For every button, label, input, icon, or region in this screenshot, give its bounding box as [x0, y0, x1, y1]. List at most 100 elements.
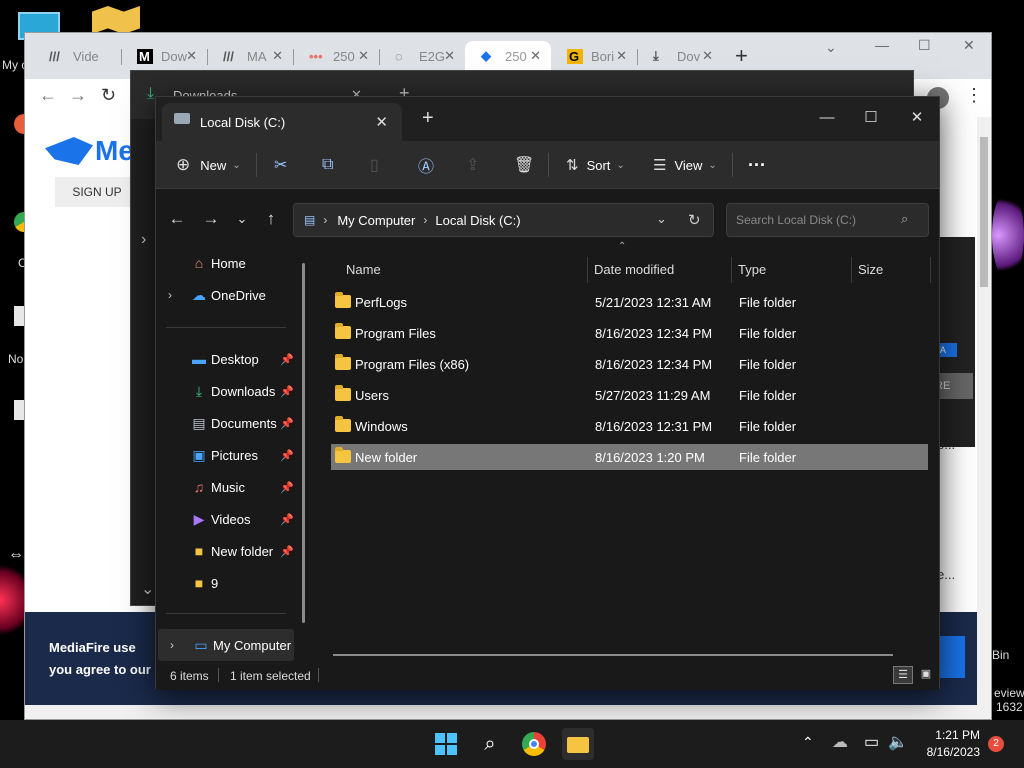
pin-icon[interactable]: 📌 — [280, 385, 294, 398]
copy-icon[interactable]: ⧉ — [322, 141, 333, 189]
column-header-type[interactable]: Type — [738, 257, 766, 283]
pin-icon[interactable]: 📌 — [280, 481, 294, 494]
rename-icon[interactable]: Ⓐ — [418, 141, 434, 189]
sidebar-item-documents[interactable]: ▤ Documents 📌 — [156, 407, 306, 439]
tab-close-icon[interactable]: ✕ — [358, 48, 369, 64]
start-windows-icon[interactable] — [430, 728, 462, 760]
maximize-button[interactable]: ☐ — [848, 103, 894, 133]
back-arrow-icon[interactable]: ← — [39, 85, 57, 106]
expand-chevron-icon[interactable]: › — [170, 638, 174, 652]
file-row[interactable]: Users 5/27/2023 11:29 AM File folder — [331, 382, 928, 409]
pin-icon[interactable]: 📌 — [280, 513, 294, 526]
column-separator[interactable] — [851, 257, 852, 283]
network-icon[interactable]: ▭ — [864, 732, 879, 752]
column-header-size[interactable]: Size — [858, 257, 883, 283]
share-icon[interactable]: ⇪ — [466, 141, 479, 189]
search-input[interactable]: Search Local Disk (C:) — [726, 203, 929, 237]
forward-arrow-icon[interactable]: → — [197, 205, 225, 233]
downloads-collapse-chevron-icon[interactable]: ⌄ — [141, 579, 154, 599]
new-button[interactable]: ⊕ New ⌄ — [176, 141, 241, 189]
sidebar-scrollbar[interactable] — [302, 263, 305, 623]
close-button[interactable]: ✕ — [963, 37, 975, 54]
clock-date[interactable]: 8/16/2023 — [920, 745, 980, 759]
sidebar-item-music[interactable]: ♫ Music 📌 — [156, 471, 306, 503]
onedrive-tray-icon[interactable]: ☁ — [832, 732, 848, 752]
sidebar-item-my-computer[interactable]: › ▭ My Computer — [158, 629, 294, 661]
sidebar-item-desktop[interactable]: ▬ Desktop 📌 — [156, 343, 306, 375]
breadcrumb-my-computer[interactable]: My Computer — [337, 213, 415, 228]
tab-close-icon[interactable]: ✕ — [444, 48, 455, 64]
expand-chevron-icon[interactable]: › — [168, 288, 172, 302]
browser-tab[interactable]: ◌ E2G ✕ — [379, 41, 465, 71]
sidebar-item-new-folder[interactable]: ■ New folder 📌 — [156, 535, 306, 567]
browser-tab[interactable]: /// MA ✕ — [207, 41, 293, 71]
show-hidden-icons-icon[interactable]: ⌃ — [802, 734, 814, 751]
browser-tab-active[interactable]: ◆ 250 ✕ — [465, 41, 551, 71]
tab-close-icon[interactable]: ✕ — [702, 48, 713, 64]
pin-icon[interactable]: 📌 — [280, 449, 294, 462]
tab-search-icon[interactable]: ⌄ — [825, 39, 837, 56]
file-row-selected[interactable]: New folder 8/16/2023 1:20 PM File folder — [331, 444, 928, 470]
delete-icon[interactable]: 🗑 — [514, 141, 534, 189]
clock-time[interactable]: 1:21 PM — [930, 728, 980, 742]
minimize-button[interactable]: — — [804, 103, 850, 133]
column-header-date[interactable]: Date modified — [594, 257, 674, 283]
file-row[interactable]: Program Files 8/16/2023 12:34 PM File fold… — [331, 320, 928, 347]
browser-vertical-scrollbar[interactable] — [977, 117, 991, 707]
recent-chevron-icon[interactable]: ⌄ — [228, 205, 256, 233]
menu-kebab-icon[interactable]: ⋮ — [965, 85, 983, 106]
view-button[interactable]: ☰ View ⌄ — [653, 141, 717, 189]
maps-icon[interactable] — [92, 6, 140, 34]
minimize-button[interactable]: — — [875, 37, 889, 53]
column-separator[interactable] — [587, 257, 588, 283]
sidebar-item-pictures[interactable]: ▣ Pictures 📌 — [156, 439, 306, 471]
address-bar[interactable]: ▤ › My Computer › Local Disk (C:) ⌄ ↻ — [293, 203, 714, 237]
up-arrow-icon[interactable]: ↑ — [257, 205, 285, 233]
tab-close-icon[interactable]: ✕ — [186, 48, 197, 64]
column-separator[interactable] — [731, 257, 732, 283]
cut-icon[interactable]: ✂ — [274, 141, 287, 189]
sidebar-item-home[interactable]: ⌂ Home — [156, 247, 306, 279]
column-separator[interactable] — [930, 257, 931, 283]
sort-button[interactable]: ⇅ Sort ⌄ — [566, 141, 625, 189]
back-arrow-icon[interactable]: ← — [163, 205, 191, 233]
column-header-name[interactable]: Name — [346, 257, 381, 283]
pin-icon[interactable]: 📌 — [280, 417, 294, 430]
close-button[interactable]: ✕ — [894, 103, 940, 133]
paste-icon[interactable]: ▯ — [370, 141, 379, 189]
browser-tab[interactable]: /// Vide — [33, 41, 121, 71]
browser-tab[interactable]: ••• 250 ✕ — [293, 41, 379, 71]
new-tab-button[interactable]: + — [735, 43, 748, 69]
explorer-tab-active[interactable]: Local Disk (C:) ✕ — [162, 103, 402, 141]
file-row[interactable]: PerfLogs 5/21/2023 12:31 AM File folder — [331, 289, 928, 316]
pin-icon[interactable]: 📌 — [280, 545, 294, 558]
file-explorer-taskbar-icon[interactable] — [562, 728, 594, 760]
file-row[interactable]: Windows 8/16/2023 12:31 PM File folder — [331, 413, 928, 440]
reload-icon[interactable]: ↻ — [101, 85, 116, 106]
refresh-icon[interactable]: ↻ — [688, 211, 701, 229]
forward-arrow-icon[interactable]: → — [69, 85, 87, 106]
notification-badge[interactable]: 2 — [988, 736, 1004, 752]
browser-horizontal-scrollbar[interactable] — [25, 705, 991, 719]
address-dropdown-icon[interactable]: ⌄ — [656, 211, 667, 227]
volume-icon[interactable]: 🔈 — [888, 732, 908, 752]
signup-button[interactable]: SIGN UP — [55, 177, 139, 207]
sidebar-item-videos[interactable]: ▶ Videos 📌 — [156, 503, 306, 535]
tab-close-icon[interactable]: ✕ — [530, 48, 541, 64]
horizontal-scrollbar[interactable] — [333, 654, 893, 656]
browser-tab[interactable]: ⤓ Dov ✕ — [637, 41, 723, 71]
tab-close-icon[interactable]: ✕ — [375, 113, 388, 131]
browser-tab[interactable]: G Bori ✕ — [551, 41, 637, 71]
explorer-new-tab-button[interactable]: + — [422, 107, 434, 130]
sidebar-item-9[interactable]: ■ 9 — [156, 567, 306, 599]
browser-tab[interactable]: M Dow ✕ — [121, 41, 207, 71]
more-options-button[interactable]: ··· — [748, 141, 766, 189]
breadcrumb-local-disk[interactable]: Local Disk (C:) — [435, 213, 520, 228]
sidebar-item-downloads[interactable]: ⤓ Downloads 📌 — [156, 375, 306, 407]
details-view-icon[interactable]: ☰ — [893, 666, 913, 684]
downloads-expand-chevron-icon[interactable]: › — [141, 231, 146, 249]
sidebar-item-onedrive[interactable]: › ☁ OneDrive — [156, 279, 306, 311]
search-icon[interactable]: ⌕ — [474, 728, 506, 760]
tab-close-icon[interactable]: ✕ — [616, 48, 627, 64]
file-row[interactable]: Program Files (x86) 8/16/2023 12:34 PM Fil… — [331, 351, 928, 378]
